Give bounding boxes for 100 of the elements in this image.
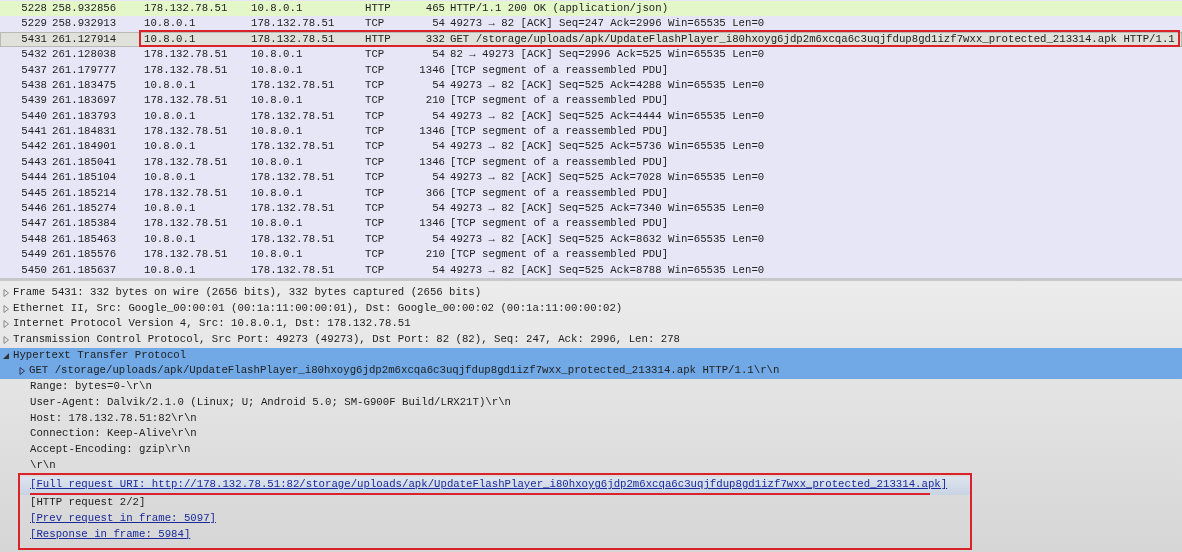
tree-item[interactable]: Transmission Control Protocol, Src Port: 49273 (49273), Dst Port: 82 (82), Seq: 247, Ack: 2996, Len: 278 bbox=[0, 332, 1182, 348]
tree-link[interactable]: [Full request URI: http://178.132.78.51:82/storage/uploads/apk/UpdateFlashPlayer_i80hxoyg6jdp2m6xcqa6c3uqjfdup8gd1izf7wxx_protected_213314.apk] bbox=[30, 478, 948, 491]
packet-destination: 10.8.0.1 bbox=[251, 185, 304, 201]
packet-number: 5439 bbox=[20, 93, 47, 109]
packet-protocol: TCP bbox=[365, 247, 386, 263]
selected-row[interactable]: [Full request URI: http://178.132.78.51:82/storage/uploads/apk/UpdateFlashPlayer_i80hxoyg6jdp2m6xcqa6c3uqjfdup8gd1izf7wxx_protected_213314.apk] bbox=[20, 477, 970, 496]
packet-number: 5447 bbox=[20, 216, 47, 232]
packet-info: [TCP segment of a reassembled PDU] bbox=[449, 154, 670, 170]
packet-number: 5443 bbox=[20, 154, 47, 170]
packet-length: 210 bbox=[424, 93, 445, 109]
packet-time: 261.185637 bbox=[51, 262, 118, 278]
packet-length: 1346 bbox=[418, 216, 445, 232]
packet-length: 54 bbox=[431, 231, 445, 247]
packet-number: 5450 bbox=[20, 262, 47, 278]
packet-destination: 10.8.0.1 bbox=[251, 0, 304, 16]
packet-length: 332 bbox=[424, 31, 445, 47]
packet-info: 82 → 49273 [ACK] Seq=2996 Ack=525 Win=65535 Len=0 bbox=[449, 47, 766, 63]
packet-info: 49273 → 82 [ACK] Seq=247 Ack=2996 Win=65535 Len=0 bbox=[449, 16, 766, 32]
packet-protocol: HTTP bbox=[365, 31, 392, 47]
packet-source: 178.132.78.51 bbox=[144, 185, 229, 201]
packet-length: 465 bbox=[424, 0, 445, 16]
packet-source: 10.8.0.1 bbox=[144, 108, 197, 124]
packet-number: 5431 bbox=[20, 31, 47, 47]
packet-source: 178.132.78.51 bbox=[144, 93, 229, 109]
packet-source: 178.132.78.51 bbox=[144, 154, 229, 170]
packet-protocol: TCP bbox=[365, 139, 386, 155]
packet-time: 258.932913 bbox=[51, 16, 118, 32]
packet-time: 261.128038 bbox=[51, 47, 118, 63]
packet-source: 178.132.78.51 bbox=[144, 216, 229, 232]
tree-link[interactable]: [Prev request in frame: 5097] bbox=[30, 511, 216, 524]
packet-info: [TCP segment of a reassembled PDU] bbox=[449, 124, 670, 140]
packet-protocol: TCP bbox=[365, 62, 386, 78]
packet-info: GET /storage/uploads/apk/UpdateFlashPlayer_i80hxoyg6jdp2m6xcqa6c3uqjfdup8gd1izf7wxx_protected_213314.apk HTTP/1.1 bbox=[449, 31, 1176, 47]
packet-source: 178.132.78.51 bbox=[144, 47, 229, 63]
packet-destination: 178.132.78.51 bbox=[251, 231, 336, 247]
packet-source: 178.132.78.51 bbox=[144, 62, 229, 78]
packet-length: 54 bbox=[431, 201, 445, 217]
packet-number: 5440 bbox=[20, 108, 47, 124]
packet-destination: 10.8.0.1 bbox=[251, 93, 304, 109]
tree-item[interactable]: Hypertext Transfer Protocol bbox=[0, 347, 1182, 364]
packet-destination: 10.8.0.1 bbox=[251, 216, 304, 232]
packet-row[interactable]: 5228 258.932856 178.132.78.51 10.8.0.1 HTTP 465 HTTP/1.1 200 OK (application/json) bbox=[0, 0, 1182, 17]
packet-source: 10.8.0.1 bbox=[144, 170, 197, 186]
packet-time: 261.185214 bbox=[51, 185, 118, 201]
collapse-arrow-icon[interactable] bbox=[2, 351, 10, 360]
packet-protocol: TCP bbox=[365, 170, 386, 186]
packet-protocol: TCP bbox=[365, 185, 386, 201]
tree-item-text: \r\n bbox=[30, 457, 56, 473]
packet-time: 261.184831 bbox=[51, 124, 118, 140]
packet-length: 54 bbox=[431, 108, 445, 124]
packet-length: 54 bbox=[431, 77, 445, 93]
packet-protocol: TCP bbox=[365, 77, 386, 93]
packet-number: 5228 bbox=[20, 0, 47, 16]
tree-item[interactable]: Internet Protocol Version 4, Src: 10.8.0.1, Dst: 178.132.78.51 bbox=[0, 316, 1182, 333]
packet-time: 261.185041 bbox=[51, 154, 118, 170]
packet-protocol: TCP bbox=[365, 47, 386, 63]
tree-item[interactable]: Frame 5431: 332 bytes on wire (2656 bits), 332 bytes captured (2656 bits) bbox=[0, 285, 1182, 301]
packet-protocol: TCP bbox=[365, 16, 386, 32]
packet-info: 49273 → 82 [ACK] Seq=525 Ack=8632 Win=65535 Len=0 bbox=[449, 231, 766, 247]
packet-number: 5432 bbox=[20, 47, 47, 63]
packet-info: 49273 → 82 [ACK] Seq=525 Ack=4444 Win=65535 Len=0 bbox=[449, 108, 766, 124]
packet-protocol: TCP bbox=[365, 231, 386, 247]
packet-destination: 178.132.78.51 bbox=[251, 170, 336, 186]
tree-link[interactable]: [Response in frame: 5984] bbox=[30, 527, 191, 540]
tree-item[interactable]: GET /storage/uploads/apk/UpdateFlashPlayer_i80hxoyg6jdp2m6xcqa6c3uqjfdup8gd1izf7wxx_protected_213314.apk HTTP/1.1\r\n bbox=[0, 363, 1182, 380]
packet-length: 54 bbox=[431, 139, 445, 155]
packet-time: 261.183697 bbox=[51, 93, 118, 109]
packet-info: 49273 → 82 [ACK] Seq=525 Ack=8788 Win=65535 Len=0 bbox=[449, 262, 766, 278]
packet-number: 5449 bbox=[20, 247, 47, 263]
tree-item-text: [HTTP request 2/2] bbox=[30, 496, 146, 509]
packet-row[interactable]: 5431 261.127914 10.8.0.1 178.132.78.51 HTTP 332 GET /storage/uploads/apk/UpdateFlashPlayer_i80hxoyg6jdp2m6xcqa6c3uqjfdup8gd1izf7wxx_protected_213314.apk HTTP/1.1 bbox=[0, 31, 1182, 48]
packet-number: 5445 bbox=[20, 185, 47, 201]
packet-length: 1346 bbox=[418, 154, 445, 170]
packet-source: 10.8.0.1 bbox=[144, 77, 197, 93]
packet-time: 261.127914 bbox=[51, 31, 118, 47]
packet-source: 10.8.0.1 bbox=[144, 201, 197, 217]
packet-destination: 178.132.78.51 bbox=[251, 139, 336, 155]
packet-protocol: TCP bbox=[365, 154, 386, 170]
tree-item[interactable]: Ethernet II, Src: Google_00:00:01 (00:1a:11:00:00:01), Dst: Google_00:00:02 (00:1a:11:00:00:02) bbox=[0, 300, 1182, 317]
packet-destination: 10.8.0.1 bbox=[251, 124, 304, 140]
packet-length: 54 bbox=[431, 170, 445, 186]
packet-info: [TCP segment of a reassembled PDU] bbox=[449, 216, 670, 232]
expand-arrow-icon[interactable] bbox=[18, 367, 26, 376]
packet-length: 1346 bbox=[418, 124, 445, 140]
packet-destination: 178.132.78.51 bbox=[251, 77, 336, 93]
packet-time: 261.179777 bbox=[51, 62, 118, 78]
packet-source: 178.132.78.51 bbox=[144, 247, 229, 263]
packet-protocol: TCP bbox=[365, 201, 386, 217]
packet-destination: 178.132.78.51 bbox=[251, 31, 336, 47]
packet-source: 10.8.0.1 bbox=[144, 231, 197, 247]
packet-length: 1346 bbox=[418, 62, 445, 78]
packet-source: 10.8.0.1 bbox=[144, 31, 197, 47]
packet-number: 5446 bbox=[20, 201, 47, 217]
packet-info: HTTP/1.1 200 OK (application/json) bbox=[449, 0, 670, 16]
packet-number: 5437 bbox=[20, 62, 47, 78]
packet-length: 54 bbox=[431, 262, 445, 278]
packet-protocol: TCP bbox=[365, 124, 386, 140]
packet-time: 261.185463 bbox=[51, 231, 118, 247]
tree-item-text: User-Agent: Dalvik/2.1.0 (Linux; U; Android 5.0; SM-G900F Build/LRX21T)\r\n bbox=[30, 394, 512, 410]
packet-destination: 178.132.78.51 bbox=[251, 108, 336, 124]
